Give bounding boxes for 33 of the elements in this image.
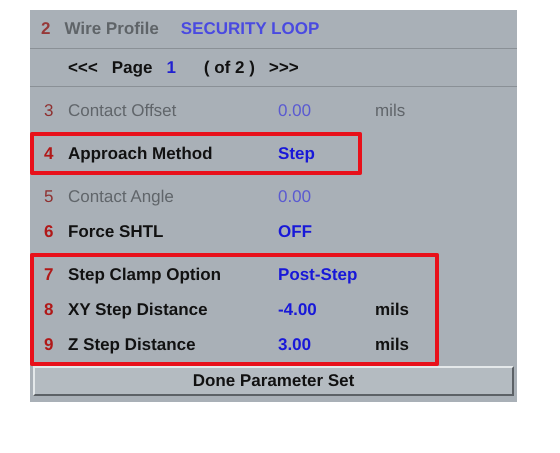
row-number: 3 xyxy=(44,100,54,120)
row-number: 2 xyxy=(41,19,50,39)
row-value: 0.00 xyxy=(278,100,312,120)
next-page-button[interactable]: >>> xyxy=(268,58,299,78)
row-label: Approach Method xyxy=(68,144,214,164)
row-label: Contact Offset xyxy=(68,100,178,120)
row-number: 6 xyxy=(44,222,54,242)
row-value: -4.00 xyxy=(278,300,317,318)
unit-label: mils xyxy=(375,334,410,354)
row-value: OFF xyxy=(278,222,312,240)
page-total: ( of 2 ) xyxy=(204,58,255,78)
done-button[interactable]: Done Parameter Set xyxy=(33,366,514,396)
row-label: Contact Angle xyxy=(68,186,175,206)
row-label: Step Clamp Option xyxy=(68,264,222,284)
row-number: 9 xyxy=(44,334,54,354)
row-value: Step xyxy=(278,144,315,162)
row-number: 4 xyxy=(44,144,54,164)
page-label: Page xyxy=(112,58,152,78)
row-label: Z Step Distance xyxy=(68,334,197,354)
unit-label: mils xyxy=(375,100,406,120)
row-number: 8 xyxy=(44,300,54,320)
row-value: SECURITY LOOP xyxy=(180,19,320,39)
row-label: Wire Profile xyxy=(64,19,159,39)
previous-page-button[interactable]: <<< xyxy=(68,58,98,78)
page-number: 1 xyxy=(166,58,176,78)
row-value: Post-Step xyxy=(278,264,358,284)
row-number: 7 xyxy=(44,264,54,284)
row-number: 5 xyxy=(44,186,54,206)
row-label: XY Step Distance xyxy=(68,300,209,320)
row-value: 0.00 xyxy=(278,186,312,206)
row-label: Force SHTL xyxy=(68,222,164,242)
row-value: 3.00 xyxy=(278,334,312,354)
unit-label: mils xyxy=(375,300,410,320)
